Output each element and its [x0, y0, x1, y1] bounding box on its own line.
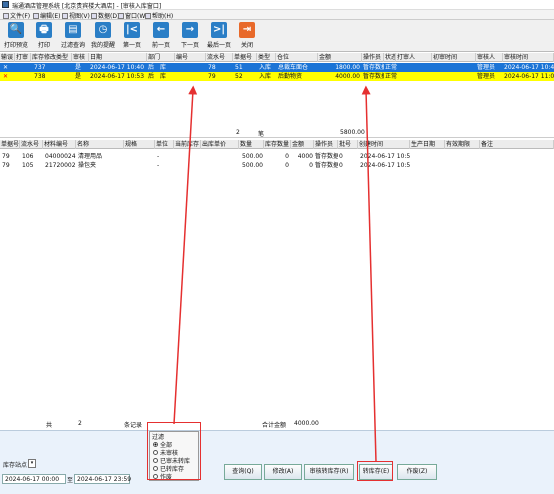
annotation-arrows	[173, 85, 377, 463]
annotation-arrow-left	[173, 85, 198, 425]
annotation-arrow-right	[361, 85, 377, 463]
